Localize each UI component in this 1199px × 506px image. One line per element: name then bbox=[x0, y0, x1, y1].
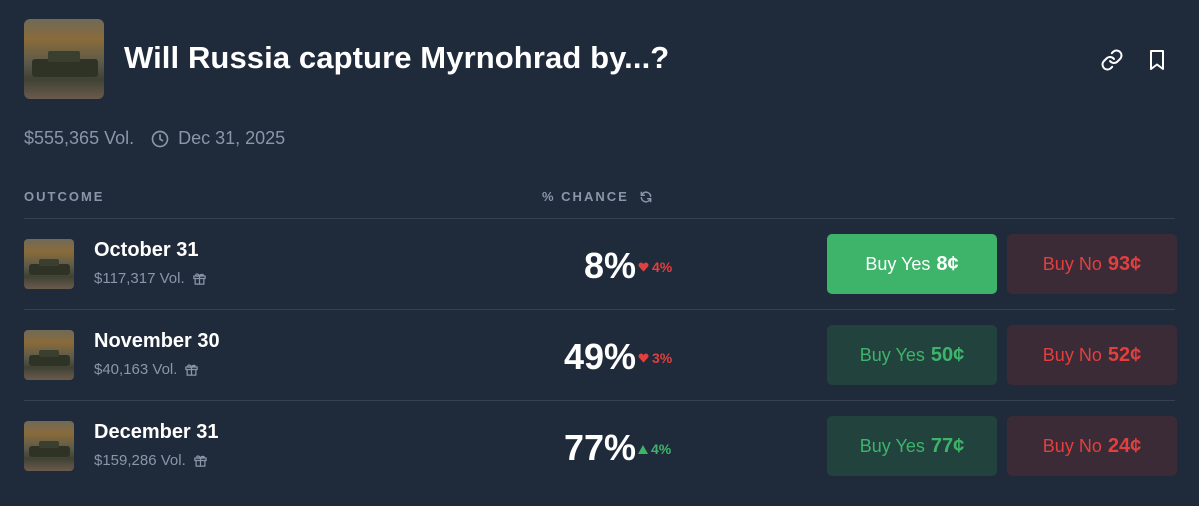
buy-no-label: Buy No bbox=[1042, 435, 1102, 456]
buy-no-button[interactable]: Buy No 52¢ bbox=[1007, 325, 1177, 385]
triangle-up-icon bbox=[638, 444, 648, 454]
outcome-chance: 49% bbox=[563, 336, 636, 377]
chance-delta-value: 4% bbox=[652, 259, 673, 275]
market-volume: $555,365 Vol. bbox=[24, 128, 135, 148]
outcome-image bbox=[24, 239, 74, 289]
buy-no-button[interactable]: Buy No 93¢ bbox=[1007, 234, 1177, 294]
chance-delta-value: 4% bbox=[651, 441, 672, 457]
chance-delta: 4% bbox=[638, 259, 672, 275]
outcome-label: November 30 bbox=[94, 330, 220, 352]
outcome-chance: 8% bbox=[583, 245, 636, 286]
buy-yes-label: Buy Yes bbox=[865, 253, 931, 274]
outcome-volume: $159,286 Vol. bbox=[94, 452, 208, 469]
outcome-volume: $117,317 Vol. bbox=[94, 270, 207, 287]
chance-column-header: % CHANCE bbox=[542, 189, 653, 204]
gift-icon bbox=[192, 273, 206, 285]
market-title: Will Russia capture Myrnohrad by...? bbox=[124, 40, 670, 75]
gift-icon bbox=[194, 455, 207, 467]
buy-no-price: 24¢ bbox=[1107, 434, 1142, 457]
outcome-column-header: OUTCOME bbox=[24, 189, 105, 204]
buy-yes-button[interactable]: Buy Yes 8¢ bbox=[827, 234, 997, 294]
outcome-row-december-31[interactable]: December 31 $159,286 Vol. 77% 4% Buy Yes… bbox=[0, 401, 1199, 491]
market-end-date: Dec 31, 2025 bbox=[178, 128, 286, 148]
buy-yes-price: 77¢ bbox=[930, 434, 965, 457]
buy-yes-price: 8¢ bbox=[936, 252, 959, 275]
buy-no-price: 93¢ bbox=[1107, 252, 1142, 275]
outcome-label: October 31 bbox=[94, 239, 199, 261]
buy-no-price: 52¢ bbox=[1107, 343, 1142, 366]
buy-yes-label: Buy Yes bbox=[859, 344, 925, 365]
link-icon[interactable] bbox=[1100, 48, 1124, 72]
buy-no-label: Buy No bbox=[1042, 344, 1102, 365]
outcome-row-october-31[interactable]: October 31 $117,317 Vol. 8% 4% Buy Yes 8… bbox=[0, 219, 1199, 309]
chance-delta-value: 3% bbox=[652, 350, 673, 366]
outcome-chance: 77% bbox=[563, 427, 636, 468]
heart-down-icon bbox=[638, 353, 649, 363]
outcome-volume: $40,163 Vol. bbox=[94, 361, 199, 378]
outcome-volume-text: $40,163 Vol. bbox=[94, 361, 178, 378]
market-meta: $555,365 Vol. Dec 31, 2025 bbox=[24, 128, 285, 149]
chance-delta: 4% bbox=[638, 441, 671, 457]
buy-yes-price: 50¢ bbox=[930, 343, 965, 366]
chance-delta: 3% bbox=[638, 350, 672, 366]
outcome-volume-text: $159,286 Vol. bbox=[94, 452, 186, 469]
outcome-image bbox=[24, 330, 74, 380]
outcome-image bbox=[24, 421, 74, 471]
refresh-icon[interactable] bbox=[639, 190, 653, 204]
outcome-label: December 31 bbox=[94, 421, 219, 443]
bookmark-icon[interactable] bbox=[1145, 48, 1169, 72]
buy-no-button[interactable]: Buy No 24¢ bbox=[1007, 416, 1177, 476]
chance-column-label: % CHANCE bbox=[542, 189, 629, 204]
buy-yes-button[interactable]: Buy Yes 77¢ bbox=[827, 416, 997, 476]
buy-no-label: Buy No bbox=[1042, 253, 1102, 274]
buy-yes-button[interactable]: Buy Yes 50¢ bbox=[827, 325, 997, 385]
buy-yes-label: Buy Yes bbox=[859, 435, 925, 456]
clock-icon bbox=[151, 130, 169, 147]
gift-icon bbox=[185, 364, 199, 376]
heart-down-icon bbox=[638, 262, 649, 272]
outcome-row-november-30[interactable]: November 30 $40,163 Vol. 49% 3% Buy Yes … bbox=[0, 310, 1199, 400]
market-image bbox=[24, 19, 104, 99]
outcome-volume-text: $117,317 Vol. bbox=[94, 270, 185, 287]
